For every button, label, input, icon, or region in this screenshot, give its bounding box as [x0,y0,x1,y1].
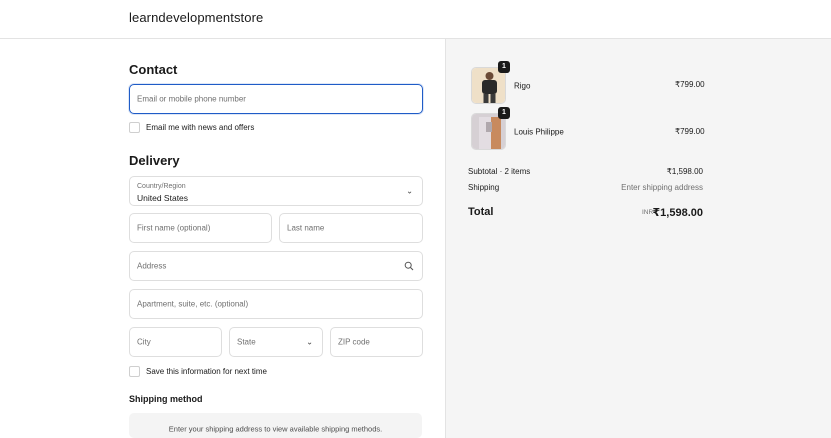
apartment-input[interactable]: Apartment, suite, etc. (optional) [129,289,423,319]
product-image-rigo [472,68,505,103]
address-input[interactable]: Address [129,251,423,281]
save-info-checkbox[interactable] [129,366,140,377]
product-image-louis-philippe [472,114,505,149]
header: learndevelopmentstore [0,0,831,39]
search-icon [404,261,414,271]
state-select[interactable]: State ⌄ [229,327,323,357]
state-placeholder: State [237,337,256,347]
item-name: Rigo [514,81,531,91]
subtotal-label: Subtotal · 2 items [468,167,531,176]
shipping-method-notice: Enter your shipping address to view avai… [129,413,422,438]
order-summary-panel: 1 Rigo ₹799.00 1 Louis Philippe ₹799.00 … [445,39,831,438]
item-price: ₹799.00 [675,80,705,89]
save-info-checkbox-row[interactable]: Save this information for next time [129,366,267,377]
first-name-placeholder: First name (optional) [137,223,211,233]
email-input[interactable]: Email or mobile phone number [129,84,423,114]
subtotal-value: ₹1,598.00 [666,167,703,176]
email-placeholder: Email or mobile phone number [137,94,246,104]
save-info-label: Save this information for next time [146,367,267,376]
shipping-method-heading: Shipping method [129,394,203,404]
shipping-value: Enter shipping address [621,183,703,192]
chevron-down-icon: ⌄ [306,337,313,347]
country-label: Country/Region [137,183,186,190]
address-placeholder: Address [137,261,167,271]
chevron-down-icon: ⌄ [406,186,413,196]
country-value: United States [137,193,189,203]
quantity-badge: 1 [498,107,510,119]
last-name-input[interactable]: Last name [279,213,423,243]
currency-code: INR [642,209,654,216]
zip-input[interactable]: ZIP code [330,327,423,357]
item-name: Louis Philippe [514,127,564,137]
line-item: 1 Louis Philippe [468,107,708,151]
news-checkbox[interactable] [129,122,140,133]
quantity-badge: 1 [498,61,510,73]
total-value: ₹1,598.00 [652,207,703,219]
delivery-heading: Delivery [129,153,180,168]
news-checkbox-label: Email me with news and offers [146,123,255,132]
contact-heading: Contact [129,62,178,77]
news-checkbox-row[interactable]: Email me with news and offers [129,122,254,133]
line-item: 1 Rigo [468,61,708,105]
country-select[interactable]: Country/Region United States ⌄ [129,176,423,206]
first-name-input[interactable]: First name (optional) [129,213,272,243]
shipping-method-notice-text: Enter your shipping address to view avai… [168,424,383,434]
city-placeholder: City [137,337,151,347]
total-label: Total [468,206,494,218]
zip-placeholder: ZIP code [338,337,370,347]
store-logo-text[interactable]: learndevelopmentstore [129,10,263,25]
last-name-placeholder: Last name [287,223,325,233]
item-price: ₹799.00 [675,127,705,136]
apartment-placeholder: Apartment, suite, etc. (optional) [137,299,249,309]
shipping-label: Shipping [468,183,500,192]
city-input[interactable]: City [129,327,222,357]
